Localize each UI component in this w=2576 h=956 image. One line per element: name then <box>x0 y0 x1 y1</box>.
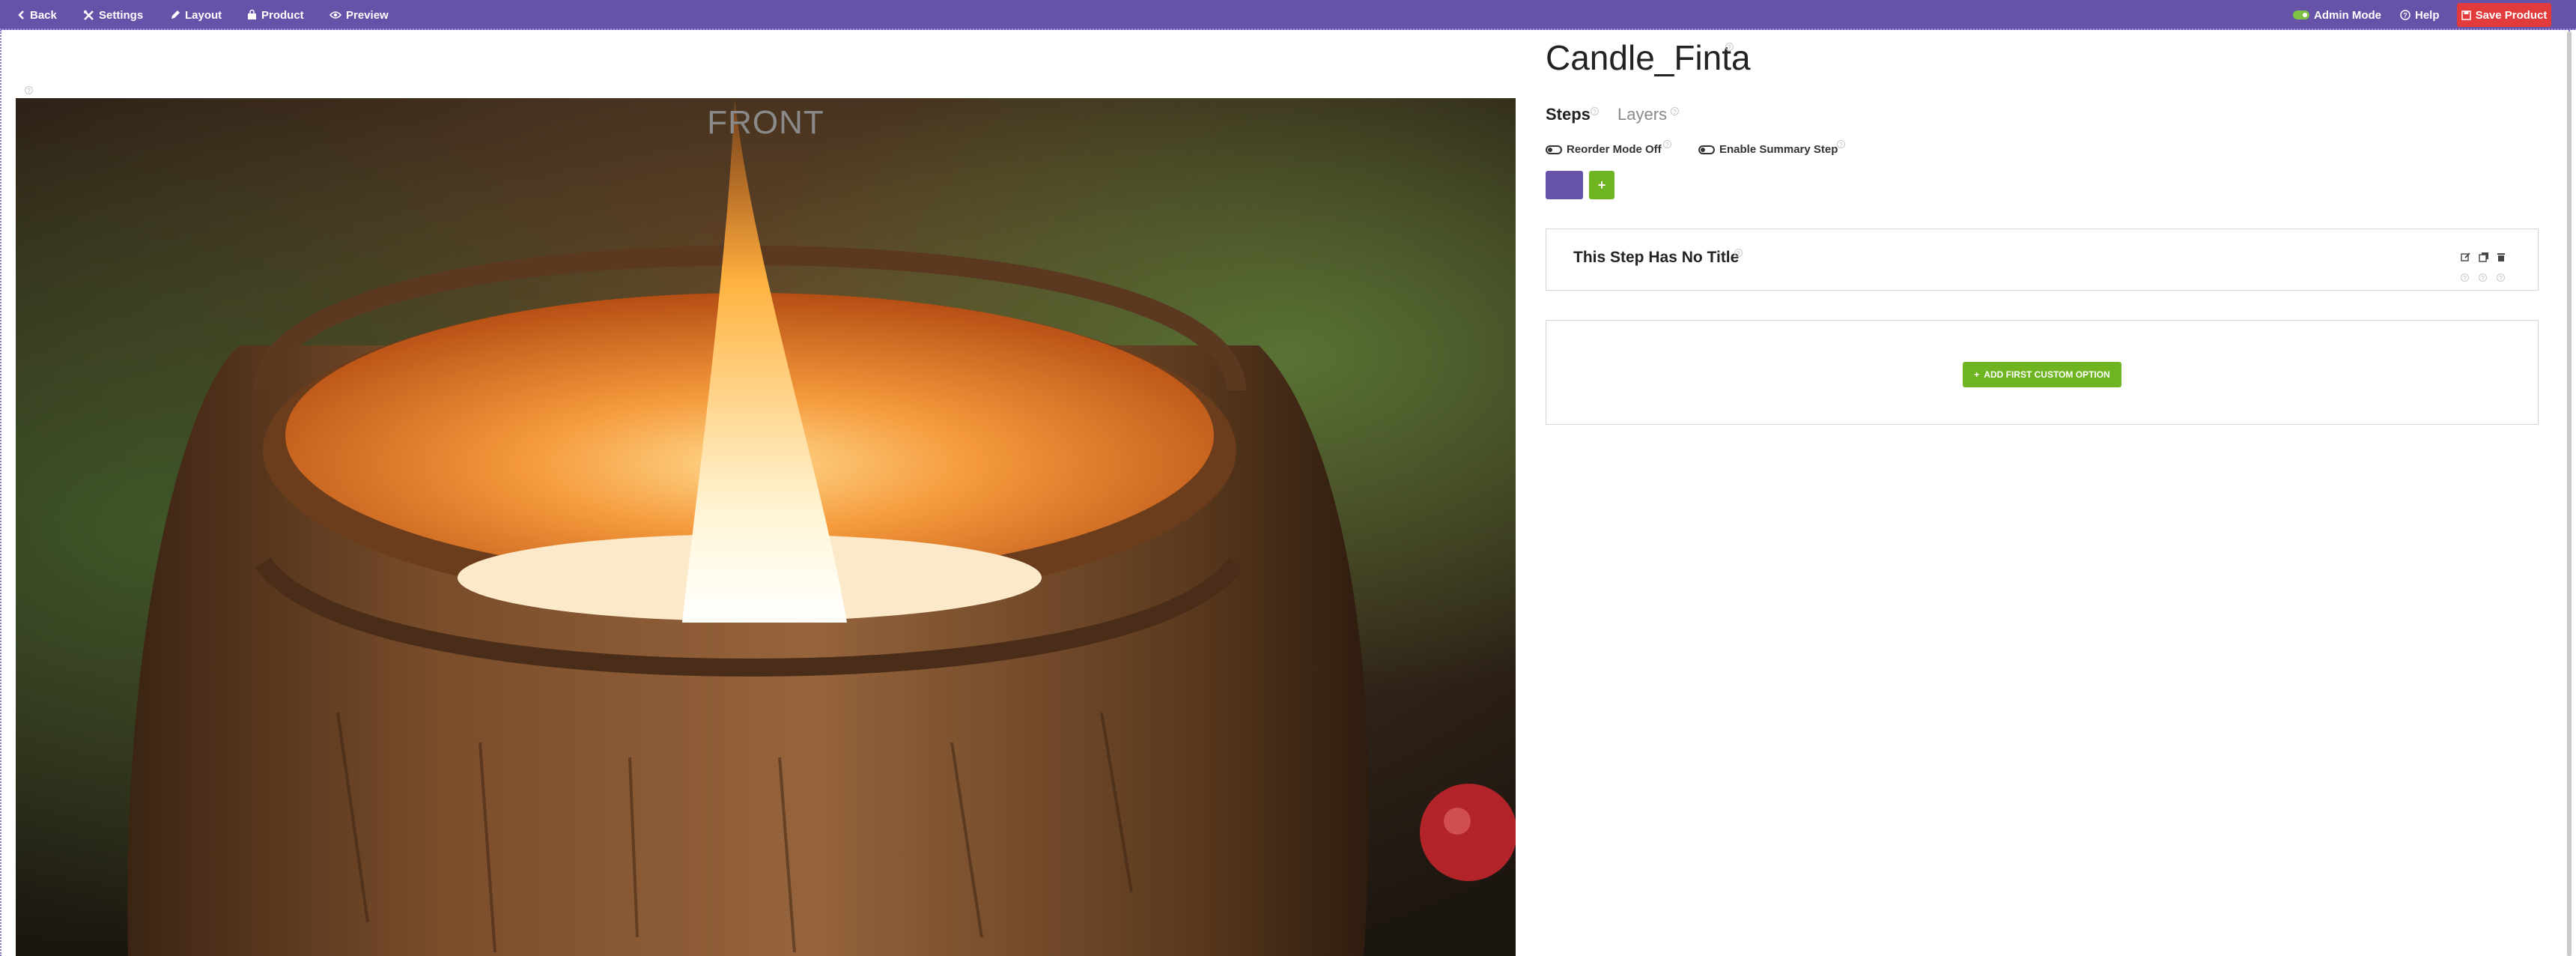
summary-help-icon[interactable]: ? <box>1837 140 1845 148</box>
help-glyph: ? <box>1728 44 1731 51</box>
canvas-boundary <box>0 30 1 956</box>
help-glyph: ? <box>1665 142 1669 148</box>
svg-text:?: ? <box>2403 12 2408 19</box>
help-glyph: ? <box>1593 109 1597 115</box>
summary-step-toggle[interactable]: Enable Summary Step <box>1698 143 1838 156</box>
help-glyph: ? <box>1673 109 1677 115</box>
add-first-custom-option-button[interactable]: + ADD FIRST CUSTOM OPTION <box>1963 362 2121 387</box>
edit-icon[interactable] <box>2461 252 2471 262</box>
floppy-icon <box>2461 10 2471 20</box>
duplicate-help-icon[interactable]: ? <box>2479 273 2487 282</box>
eye-icon <box>329 11 341 19</box>
reorder-mode-toggle[interactable]: Reorder Mode Off <box>1546 143 1662 156</box>
preview-label: Preview <box>346 8 389 22</box>
settings-label: Settings <box>99 8 144 22</box>
admin-mode-label: Admin Mode <box>2314 8 2381 22</box>
preview-button[interactable]: Preview <box>329 0 389 30</box>
product-title: Candle_Finta <box>1546 38 1751 77</box>
help-glyph: ? <box>2499 275 2503 282</box>
help-glyph: ? <box>27 88 31 94</box>
help-glyph: ? <box>2481 275 2485 282</box>
step-card[interactable]: This Step Has No Title ? ? ? ? <box>1546 229 2539 291</box>
tab-layers[interactable]: Layers <box>1617 105 1667 124</box>
toggle-off-icon <box>1546 145 1562 154</box>
add-step-button[interactable]: + <box>1589 171 1614 199</box>
duplicate-icon[interactable] <box>2479 252 2489 262</box>
help-glyph: ? <box>2463 275 2467 282</box>
top-toolbar: Back Settings Layout Product Preview Adm… <box>0 0 2576 30</box>
product-label: Product <box>261 8 304 22</box>
toggle-on-icon <box>2293 10 2309 19</box>
tab-steps[interactable]: Steps <box>1546 105 1591 124</box>
plus-icon: + <box>1597 177 1606 193</box>
step-title-help-icon[interactable]: ? <box>1734 249 1743 257</box>
page-scrollbar[interactable] <box>2567 31 2572 956</box>
chevron-left-icon <box>18 10 24 19</box>
delete-help-icon[interactable]: ? <box>2497 273 2505 282</box>
title-help-icon[interactable]: ? <box>1725 43 1734 51</box>
product-button[interactable]: Product <box>247 0 304 30</box>
settings-button[interactable]: Settings <box>83 0 143 30</box>
plus-icon: + <box>1974 369 1980 380</box>
summary-step-label: Enable Summary Step <box>1719 143 1838 156</box>
help-circle-icon: ? <box>2400 10 2411 20</box>
pencil-icon <box>171 10 180 19</box>
save-product-button[interactable]: Save Product <box>2457 3 2551 27</box>
reorder-mode-label: Reorder Mode Off <box>1567 143 1662 156</box>
scrollbar-thumb[interactable] <box>2567 31 2572 956</box>
help-label: Help <box>2415 8 2440 22</box>
edit-help-icon[interactable]: ? <box>2461 273 2469 282</box>
admin-mode-toggle[interactable]: Admin Mode <box>2293 0 2381 30</box>
back-label: Back <box>30 8 57 22</box>
add-first-custom-option-label: ADD FIRST CUSTOM OPTION <box>1984 369 2110 380</box>
trash-icon[interactable] <box>2497 252 2506 262</box>
custom-options-panel: + ADD FIRST CUSTOM OPTION <box>1546 320 2539 425</box>
product-canvas[interactable]: FRONT <box>16 98 1516 956</box>
help-glyph: ? <box>1839 142 1843 148</box>
tools-icon <box>83 10 94 20</box>
help-glyph: ? <box>1737 250 1740 257</box>
step-swatch-button[interactable] <box>1546 171 1583 199</box>
product-image <box>16 98 1516 956</box>
back-button[interactable]: Back <box>18 0 57 30</box>
layout-button[interactable]: Layout <box>170 0 222 30</box>
reorder-help-icon[interactable]: ? <box>1663 140 1671 148</box>
help-button[interactable]: ? Help <box>2400 0 2440 30</box>
steps-help-icon[interactable]: ? <box>1591 107 1599 115</box>
toggle-off-icon <box>1698 145 1715 154</box>
step-title: This Step Has No Title <box>1573 249 1740 266</box>
bag-icon <box>248 10 256 19</box>
layout-label: Layout <box>185 8 222 22</box>
canvas-help-icon[interactable]: ? <box>25 86 33 94</box>
layers-help-icon[interactable]: ? <box>1671 107 1679 115</box>
view-label: FRONT <box>707 104 824 141</box>
save-product-label: Save Product <box>2475 8 2548 22</box>
